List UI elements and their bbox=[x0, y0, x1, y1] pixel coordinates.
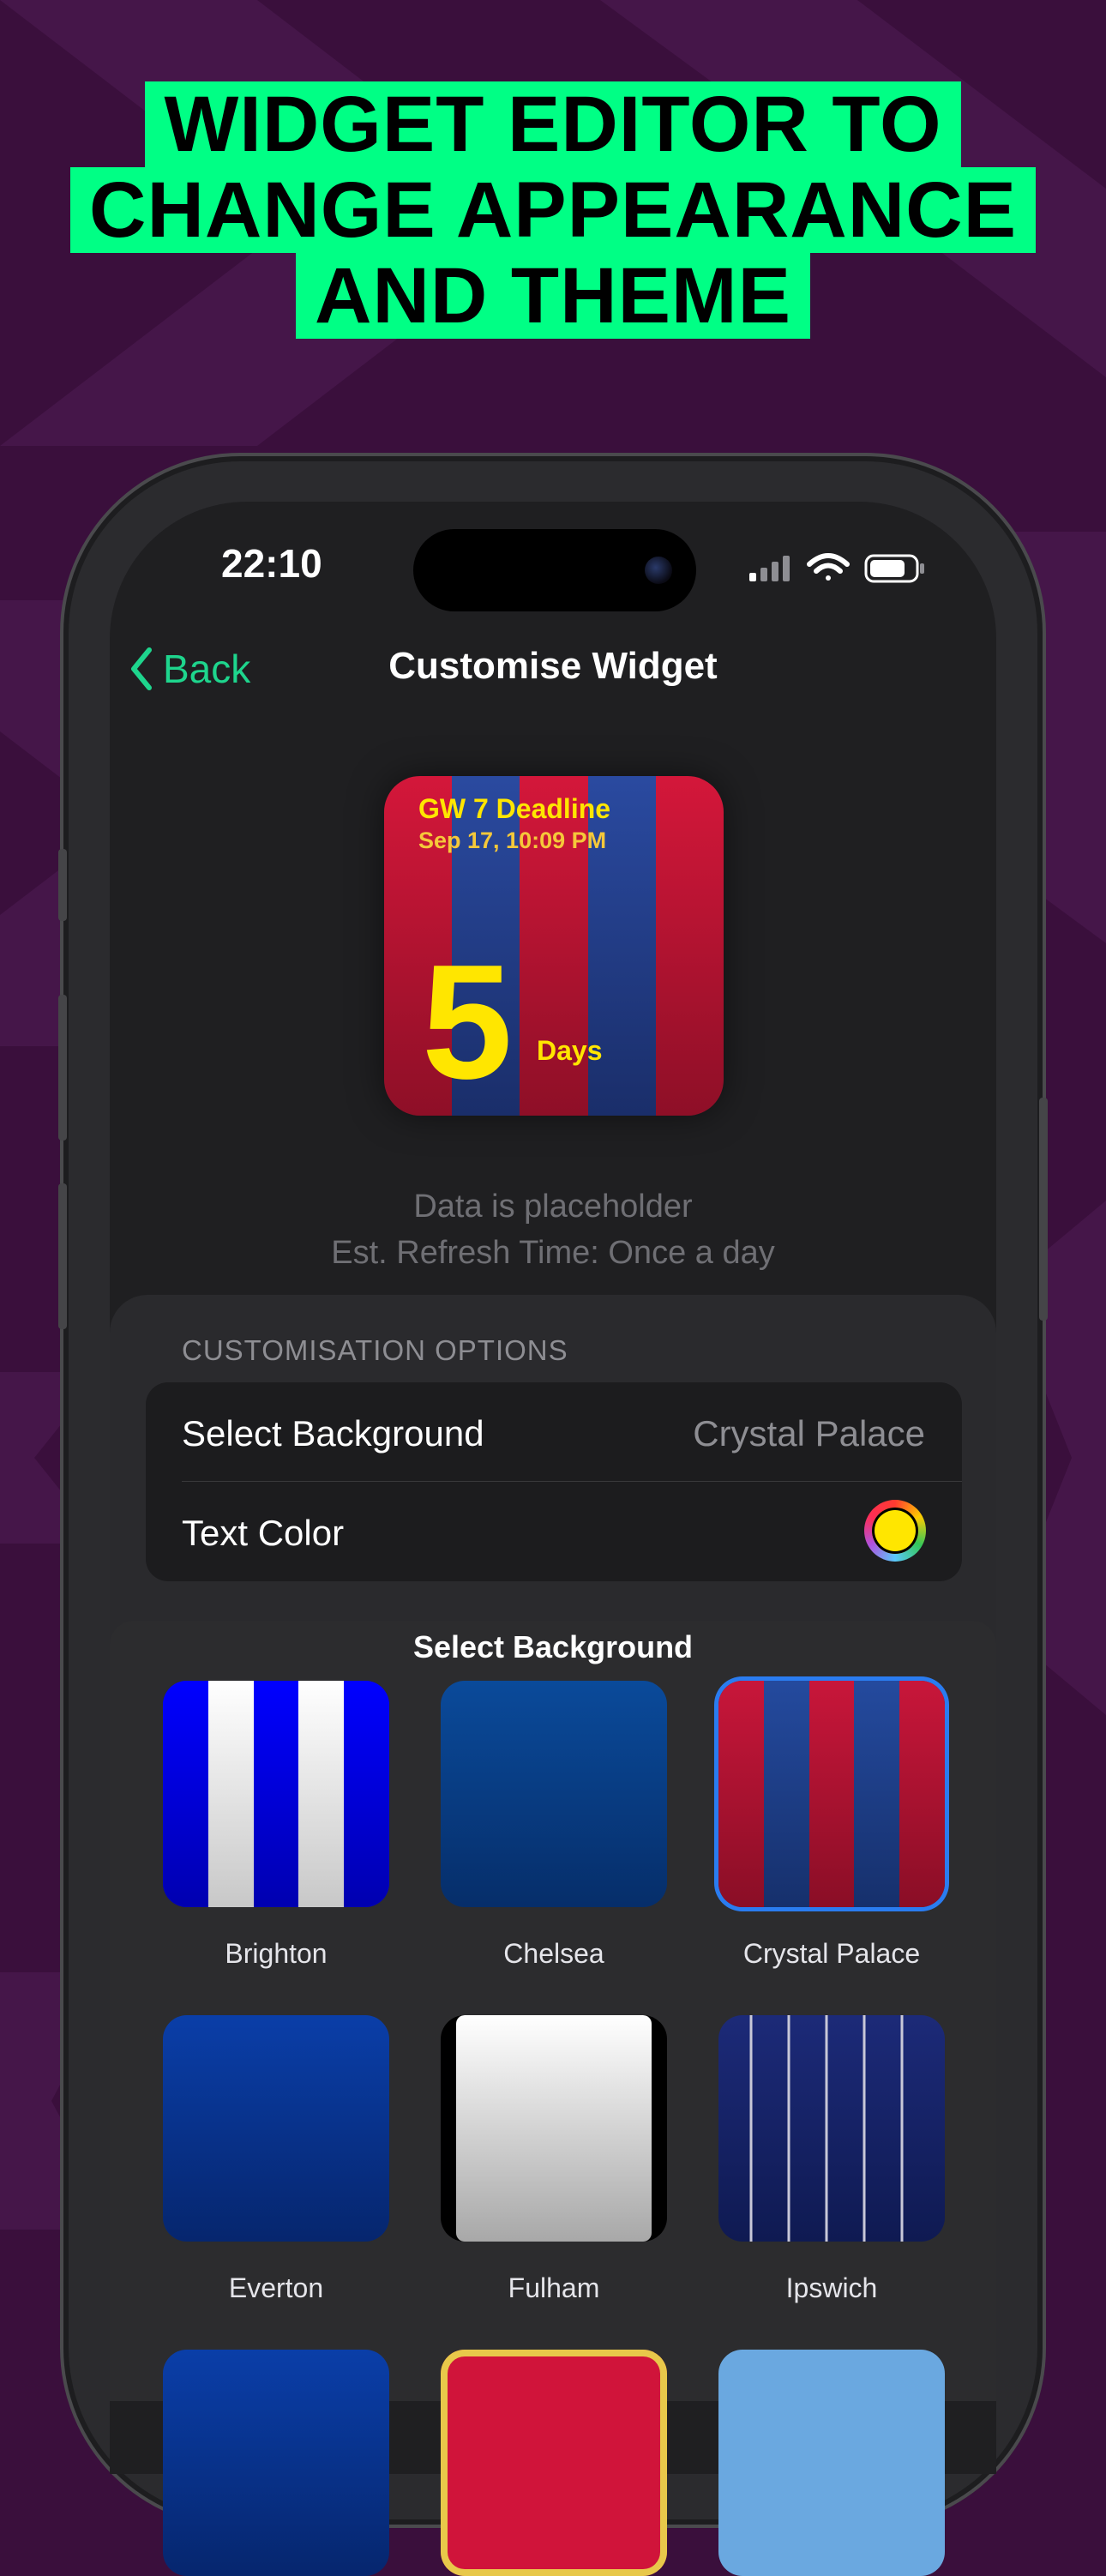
status-icons bbox=[746, 549, 926, 591]
tile-row3-2[interactable] bbox=[441, 2350, 667, 2576]
tile-label-brighton: Brighton bbox=[225, 1938, 328, 1969]
dynamic-island bbox=[413, 529, 696, 611]
widget-count: 5 bbox=[422, 931, 513, 1113]
color-well-button[interactable] bbox=[864, 1500, 926, 1562]
fulham-panel bbox=[456, 2015, 652, 2242]
tile-row3-3[interactable] bbox=[718, 2350, 945, 2576]
tile-crystal-palace[interactable] bbox=[718, 1681, 945, 1907]
headline-line-1: WIDGET EDITOR TO bbox=[145, 81, 961, 167]
phone-silent-switch bbox=[58, 849, 67, 921]
widget-title: GW 7 Deadline bbox=[418, 793, 611, 824]
status-time: 22:10 bbox=[221, 541, 322, 586]
wifi-icon bbox=[807, 553, 850, 581]
tile-label-chelsea: Chelsea bbox=[503, 1938, 604, 1969]
battery-icon bbox=[864, 554, 924, 583]
tile-everton[interactable] bbox=[163, 2015, 389, 2242]
status-indicators bbox=[749, 553, 924, 583]
brighton-stripes bbox=[163, 1681, 389, 1907]
tile-ipswich[interactable] bbox=[718, 2015, 945, 2242]
chevron-left-icon bbox=[131, 647, 152, 690]
headline-line-3: AND THEME bbox=[296, 253, 810, 339]
tile-row3-1[interactable] bbox=[163, 2350, 389, 2576]
tile-fulham[interactable] bbox=[441, 2015, 667, 2242]
row-divider bbox=[182, 1481, 962, 1482]
tile-label-fulham: Fulham bbox=[508, 2272, 600, 2303]
back-button[interactable]: Back bbox=[127, 645, 250, 693]
tile-label-crystal-palace: Crystal Palace bbox=[742, 1938, 921, 1969]
refresh-note: Est. Refresh Time: Once a day bbox=[331, 1235, 775, 1271]
widget-preview: GW 7 Deadline Sep 17, 10:09 PM 5 Days bbox=[384, 776, 724, 1116]
picker-title: Select Background bbox=[412, 1629, 694, 1664]
ipswich-pinstripes bbox=[718, 2015, 945, 2242]
crystal-palace-stripes bbox=[718, 1681, 945, 1907]
placeholder-note: Data is placeholder bbox=[413, 1189, 693, 1225]
tile-chelsea[interactable] bbox=[441, 1681, 667, 1907]
tile-label-everton: Everton bbox=[228, 2272, 324, 2303]
options-header: CUSTOMISATION OPTIONS bbox=[182, 1334, 568, 1366]
text-color-row[interactable]: Text Color bbox=[182, 1513, 344, 1554]
phone-volume-up bbox=[58, 995, 67, 1141]
widget-date: Sep 17, 10:09 PM bbox=[418, 828, 607, 853]
camera-icon bbox=[645, 557, 672, 584]
select-background-row[interactable]: Select Background bbox=[182, 1413, 484, 1454]
headline-line-2: CHANGE APPEARANCE bbox=[70, 167, 1036, 253]
tile-label-ipswich: Ipswich bbox=[785, 2272, 878, 2303]
headline: WIDGET EDITOR TO CHANGE APPEARANCE AND T… bbox=[0, 81, 1106, 339]
widget-unit: Days bbox=[537, 1035, 603, 1066]
signal-icon bbox=[749, 556, 790, 581]
back-label: Back bbox=[163, 647, 251, 691]
selected-background-value: Crystal Palace bbox=[693, 1413, 925, 1454]
tile-brighton[interactable] bbox=[163, 1681, 389, 1907]
